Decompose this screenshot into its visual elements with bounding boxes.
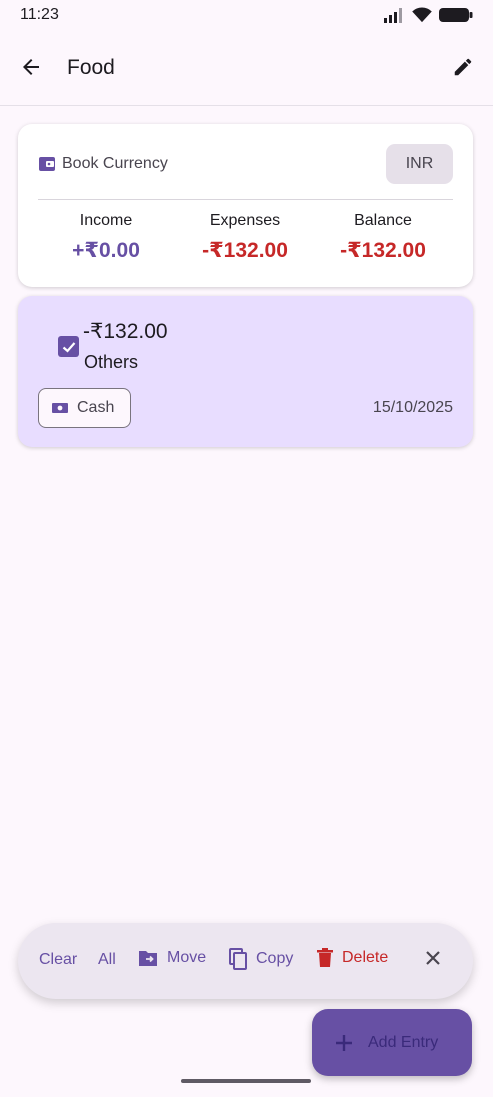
move-button[interactable]: Move bbox=[137, 948, 206, 968]
clear-button[interactable]: Clear bbox=[39, 951, 77, 969]
edit-button[interactable] bbox=[450, 54, 476, 80]
wifi-icon bbox=[412, 7, 432, 23]
battery-icon bbox=[439, 8, 473, 22]
select-all-button[interactable]: All bbox=[98, 951, 116, 969]
selection-action-bar: Clear All Move Copy Delete bbox=[18, 923, 473, 999]
signal-icon bbox=[384, 8, 402, 23]
book-currency-label: Book Currency bbox=[62, 155, 168, 172]
entry-checkbox[interactable] bbox=[58, 336, 79, 357]
delete-button[interactable]: Delete bbox=[316, 948, 388, 968]
payment-mode-chip[interactable]: Cash bbox=[38, 388, 131, 428]
checkbox-icon bbox=[62, 341, 75, 353]
divider bbox=[38, 199, 453, 200]
close-selection-button[interactable] bbox=[423, 948, 443, 968]
expenses-value: -₹132.00 bbox=[202, 239, 288, 262]
add-entry-fab[interactable]: Add Entry bbox=[312, 1009, 472, 1076]
back-button[interactable] bbox=[18, 54, 44, 80]
status-time: 11:23 bbox=[20, 6, 59, 23]
copy-button[interactable]: Copy bbox=[228, 948, 293, 970]
edit-pencil-icon bbox=[454, 58, 472, 76]
book-summary-card: Book Currency INR Income +₹0.00 Expenses… bbox=[18, 124, 473, 287]
copy-label: Copy bbox=[256, 950, 294, 967]
entry-amount: -₹132.00 bbox=[83, 320, 168, 343]
entry-date: 15/10/2025 bbox=[372, 399, 453, 416]
move-folder-icon bbox=[139, 951, 157, 966]
expenses-stat: Expenses -₹132.00 bbox=[175, 212, 315, 263]
copy-icon bbox=[229, 948, 247, 970]
balance-stat: Balance -₹132.00 bbox=[313, 212, 453, 263]
wallet-icon bbox=[38, 155, 56, 173]
move-label: Move bbox=[167, 949, 207, 966]
delete-label: Delete bbox=[342, 949, 389, 966]
status-icons bbox=[383, 7, 473, 23]
page-title: Food bbox=[67, 56, 115, 79]
balance-label: Balance bbox=[354, 212, 412, 229]
status-bar: 11:23 bbox=[0, 0, 493, 30]
cash-icon bbox=[52, 403, 68, 413]
close-icon bbox=[426, 951, 440, 965]
expenses-label: Expenses bbox=[209, 212, 281, 229]
currency-row: Book Currency INR bbox=[38, 144, 453, 184]
income-label: Income bbox=[79, 212, 133, 229]
delete-icon bbox=[317, 948, 333, 967]
income-value: +₹0.00 bbox=[72, 239, 140, 262]
back-arrow-icon bbox=[23, 59, 39, 75]
entry-card[interactable]: -₹132.00 Others Cash 15/10/2025 bbox=[18, 296, 473, 447]
add-icon bbox=[336, 1034, 352, 1051]
entry-category: Others bbox=[84, 352, 139, 372]
app-bar: Food bbox=[0, 30, 493, 106]
currency-code-button[interactable]: INR bbox=[386, 144, 453, 184]
add-entry-label: Add Entry bbox=[368, 1033, 439, 1051]
payment-mode-label: Cash bbox=[77, 399, 115, 416]
home-indicator bbox=[181, 1079, 311, 1083]
balance-value: -₹132.00 bbox=[340, 239, 426, 262]
income-stat: Income +₹0.00 bbox=[36, 212, 176, 263]
